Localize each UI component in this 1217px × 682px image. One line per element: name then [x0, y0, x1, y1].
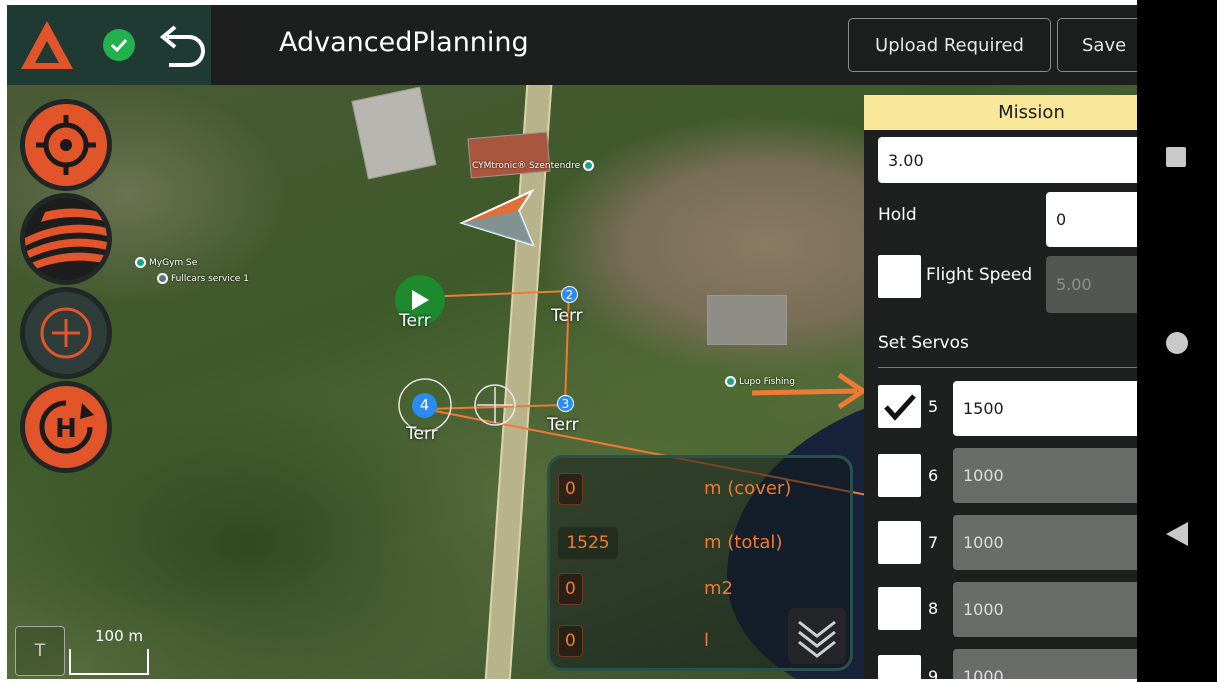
set-servos-label: Set Servos: [878, 333, 969, 353]
servo-6-checkbox[interactable]: [878, 454, 921, 497]
servo-number: 6: [928, 466, 939, 485]
waypoint-4-label: Terr: [406, 424, 438, 444]
waypoint-2-marker[interactable]: 2: [561, 286, 578, 303]
stat-unit: m2: [704, 578, 733, 599]
servo-number: 9: [928, 667, 939, 679]
stat-row-total: 1525: [558, 526, 618, 560]
play-icon: [412, 290, 429, 310]
scale-ruler: [69, 649, 149, 675]
waypoint-2-label: Terr: [551, 306, 583, 326]
stat-value: 0: [558, 473, 583, 505]
poi-fullcars[interactable]: Fullcars service 1: [157, 273, 249, 284]
poi-cymtronic[interactable]: CYMtronic® Szentendre: [472, 160, 595, 171]
servo-7-checkbox[interactable]: [878, 521, 921, 564]
stat-unit: l: [704, 630, 710, 651]
stat-value: 0: [558, 573, 583, 605]
poi-label: MyGym Se: [149, 257, 198, 268]
poi-lupo-fishing[interactable]: Lupo Fishing: [725, 376, 795, 387]
connection-status[interactable]: [87, 5, 151, 85]
home-icon: H: [39, 400, 94, 454]
stat-unit: m (cover): [704, 478, 792, 499]
flight-speed-checkbox[interactable]: [878, 255, 921, 298]
survey-icon: [25, 208, 107, 274]
poi-mygym[interactable]: MyGym Se: [135, 257, 197, 268]
servo-9-checkbox[interactable]: [878, 655, 921, 679]
home-button[interactable]: H: [20, 381, 112, 473]
servo-number: 7: [928, 533, 939, 552]
square-nav-icon[interactable]: [1164, 145, 1188, 169]
logo-icon: [21, 21, 73, 69]
add-waypoint-button[interactable]: [20, 287, 112, 379]
back-arrow-icon: [159, 25, 205, 67]
system-nav-bar: [1137, 0, 1217, 682]
poi-label: CYMtronic® Szentendre: [472, 160, 581, 171]
app-root: CYMtronic® Szentendre MyGym Se Fullcars …: [7, 5, 1137, 679]
circle-nav-icon[interactable]: [1164, 330, 1190, 356]
back-button[interactable]: [151, 5, 211, 85]
scale-label: 100 m: [95, 627, 144, 645]
page-title: AdvancedPlanning: [279, 27, 529, 58]
servo-number: 5: [928, 397, 939, 416]
svg-text:H: H: [55, 414, 77, 444]
waypoint-3-marker[interactable]: 3: [557, 395, 574, 412]
app-logo[interactable]: [7, 5, 87, 85]
flight-speed-label: Flight Speed: [926, 265, 1033, 285]
checkmark-icon: [883, 393, 916, 421]
save-button[interactable]: Save: [1057, 18, 1137, 72]
mission-stats-panel: 0 m (cover) 1525 m (total) 0 m2 0 l: [547, 455, 853, 671]
upload-required-button[interactable]: Upload Required: [848, 18, 1051, 72]
tab-mission[interactable]: Mission: [864, 95, 1137, 130]
servo-6-value[interactable]: 1000: [953, 448, 1137, 503]
triangle-back-nav-icon[interactable]: [1164, 520, 1190, 548]
poi-pin-icon: [135, 257, 146, 268]
top-app-bar: AdvancedPlanning Upload Required Save: [7, 5, 1137, 85]
stat-row-area: 0: [558, 572, 583, 606]
mission-panel: Mission 3.00 Hold 0 Flight Speed 5.00 Se…: [864, 95, 1137, 679]
poi-pin-icon: [725, 376, 736, 387]
servo-5-checkbox[interactable]: [878, 385, 921, 428]
hold-label: Hold: [878, 205, 917, 225]
stat-unit: m (total): [704, 532, 783, 553]
poi-pin-icon: [583, 160, 595, 171]
servo-5-value[interactable]: 1500: [953, 381, 1137, 436]
servo-8-checkbox[interactable]: [878, 587, 921, 630]
servo-8-value[interactable]: 1000: [953, 582, 1137, 637]
stat-row-liters: 0: [558, 624, 583, 658]
waypoint-label: Terr: [399, 311, 431, 331]
stat-value: 0: [558, 625, 583, 657]
stat-row-cover: 0: [558, 472, 583, 506]
map-type-button[interactable]: T: [15, 626, 65, 676]
poi-label: Lupo Fishing: [739, 376, 795, 387]
check-circle-icon: [103, 29, 135, 61]
servo-number: 8: [928, 599, 939, 618]
stat-value: 1525: [558, 527, 618, 559]
flight-speed-field[interactable]: 5.00: [1046, 256, 1137, 313]
poi-label: Fullcars service 1: [171, 273, 249, 284]
scale-bar: 100 m: [69, 625, 161, 677]
layers-icon: [798, 620, 836, 658]
layers-button[interactable]: [788, 608, 846, 664]
add-icon: [40, 307, 92, 359]
top-value-field[interactable]: 3.00: [878, 137, 1137, 183]
target-button[interactable]: [20, 99, 112, 191]
survey-button[interactable]: [20, 193, 112, 285]
servo-9-value[interactable]: 1000: [953, 649, 1137, 679]
waypoint-4-marker[interactable]: 4: [412, 393, 437, 418]
hold-field[interactable]: 0: [1046, 192, 1137, 247]
waypoint-3-label: Terr: [547, 415, 579, 435]
section-divider: [878, 367, 1137, 368]
crosshair-icon: [36, 115, 96, 175]
servo-7-value[interactable]: 1000: [953, 515, 1137, 570]
poi-pin-icon: [157, 273, 168, 284]
